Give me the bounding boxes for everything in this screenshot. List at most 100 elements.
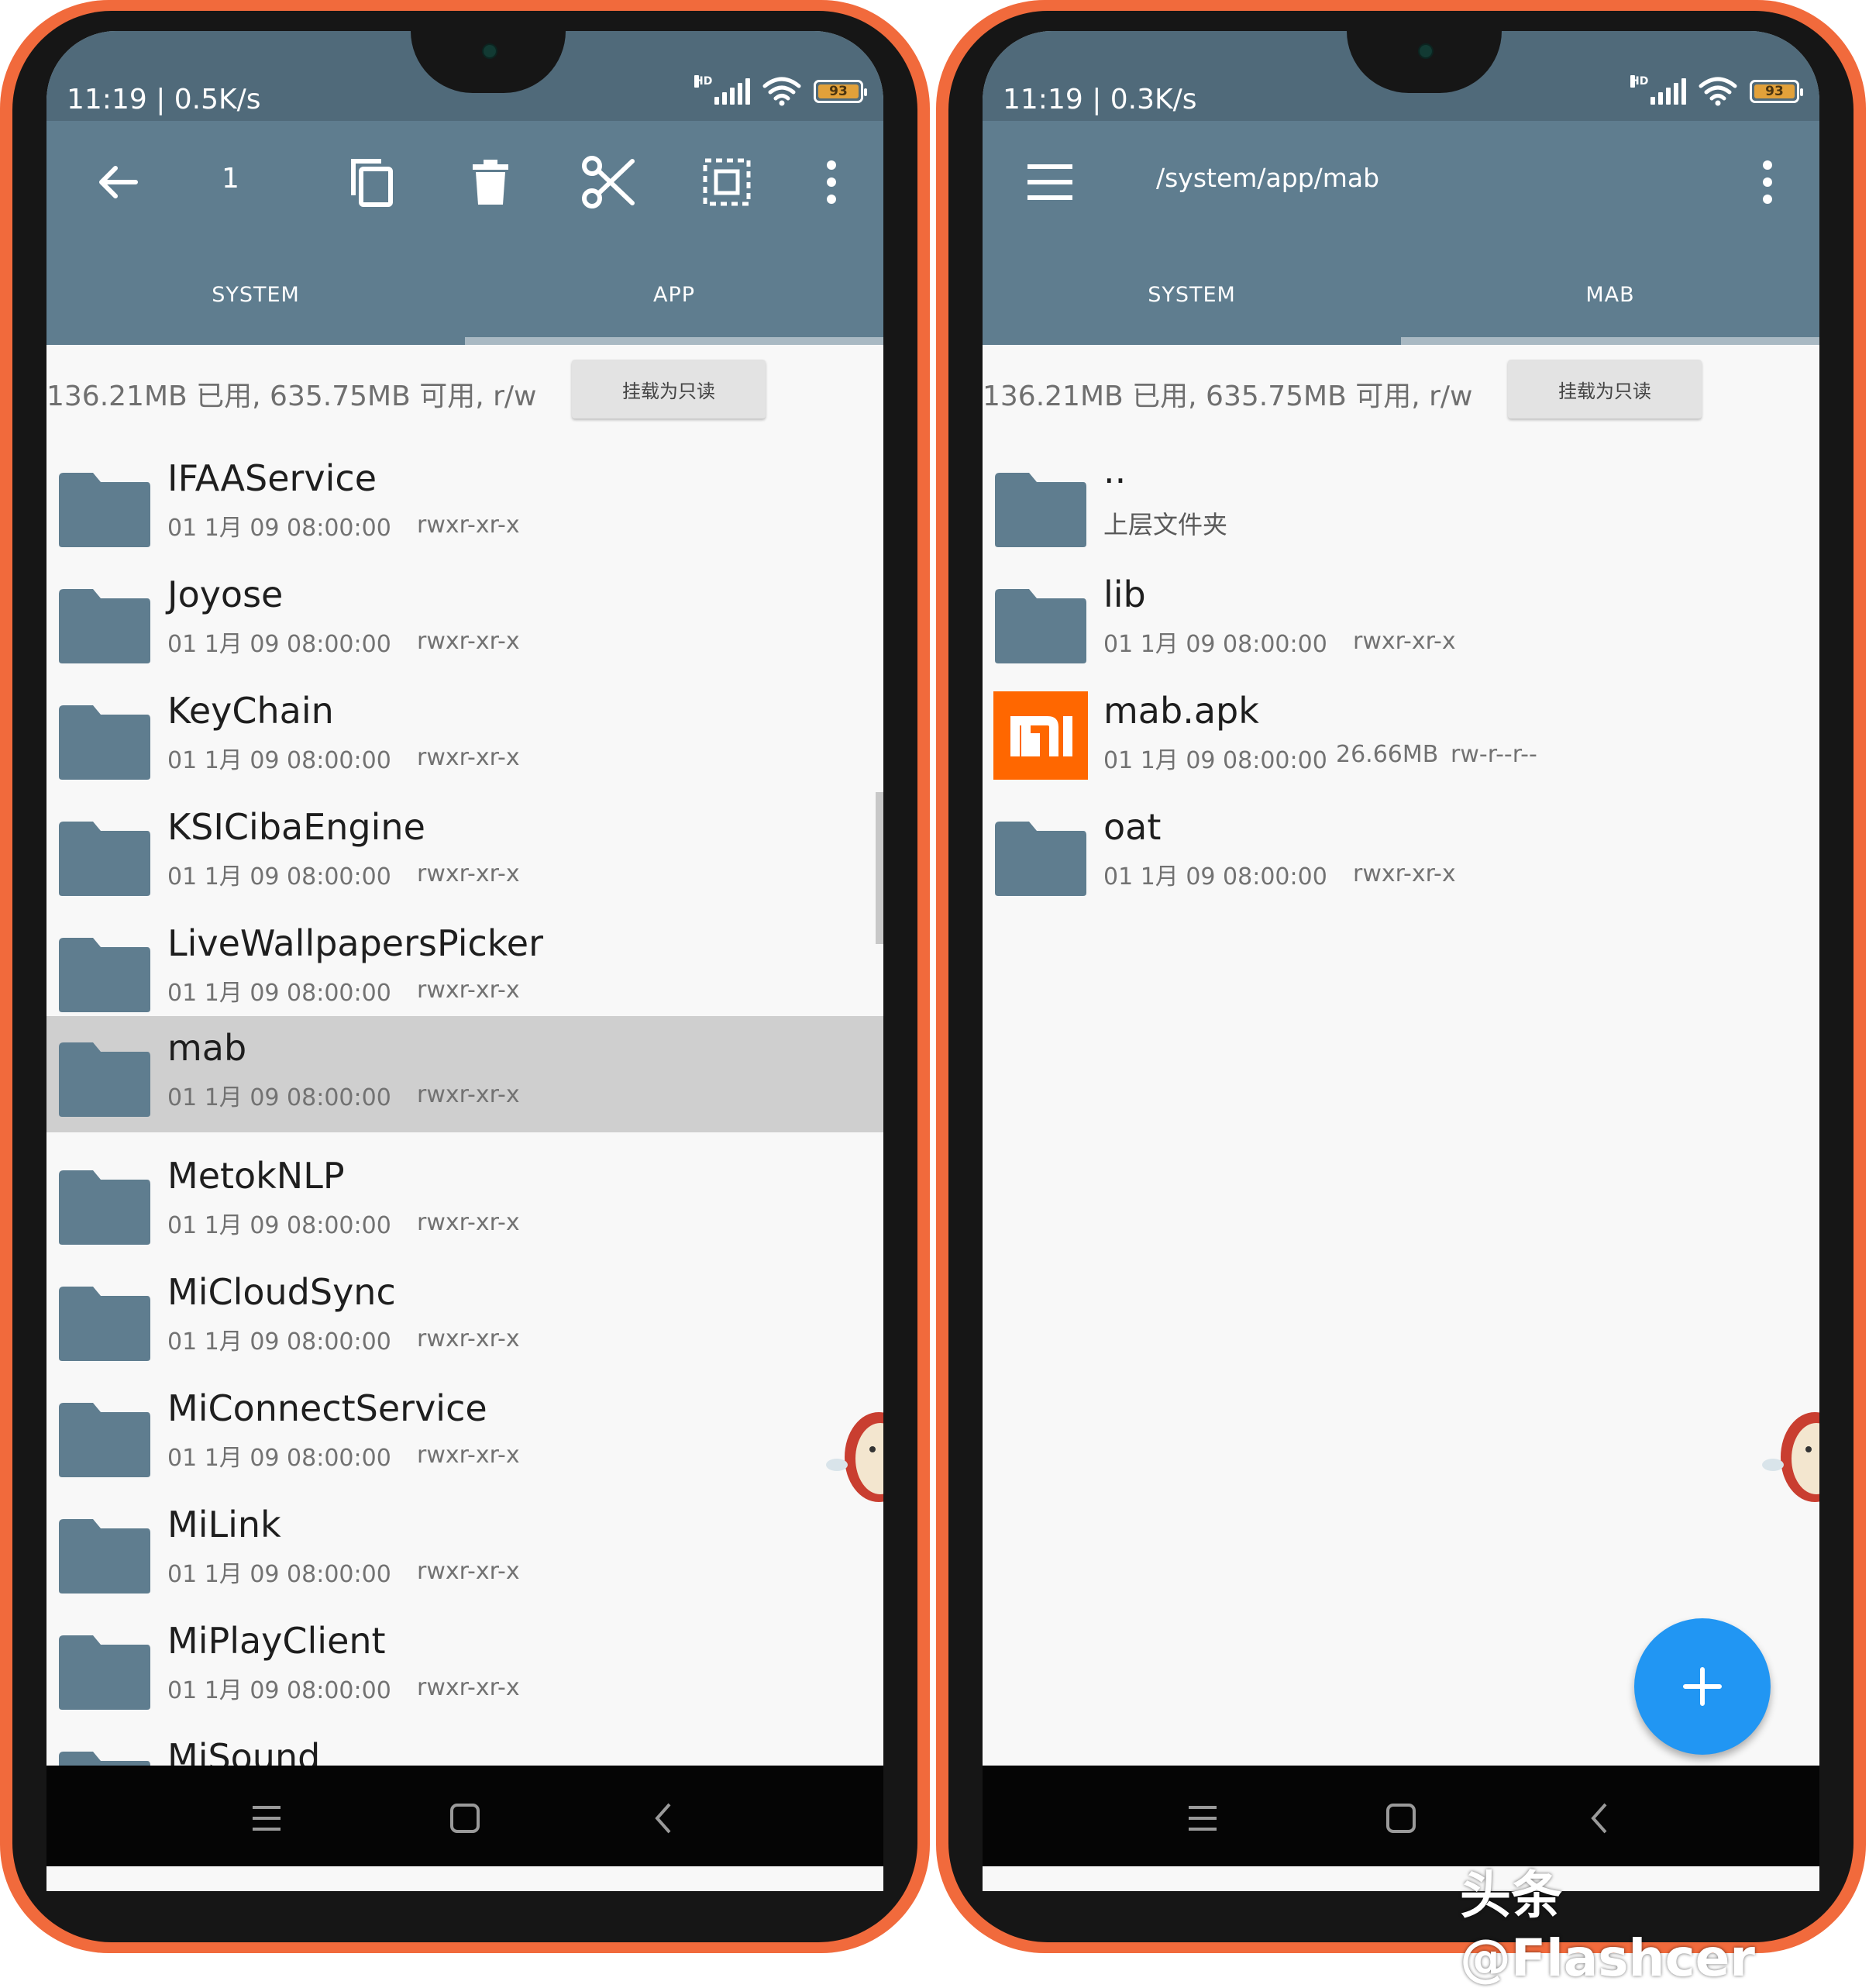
back-arrow-icon[interactable] <box>90 155 144 209</box>
left-status-icons: HD 93 <box>694 75 867 107</box>
delete-icon[interactable] <box>463 155 518 209</box>
folder-icon <box>59 1403 150 1477</box>
tab-app[interactable]: APP <box>465 283 883 307</box>
file-date: 01 1月 09 08:00:00 <box>1103 631 1327 658</box>
hd-badge: HD <box>694 75 713 88</box>
file-date: 01 1月 09 08:00:00 <box>167 1212 391 1239</box>
folder-icon <box>59 473 150 547</box>
storage-info: 136.21MB 已用, 635.75MB 可用, r/w <box>983 381 1473 412</box>
file-name: MiConnectService <box>167 1387 487 1429</box>
list-item[interactable]: MetokNLP 01 1月 09 08:00:00 rwxr-xr-x <box>46 1144 883 1260</box>
file-name: IFAAService <box>167 457 377 499</box>
file-date: 01 1月 09 08:00:00 <box>167 1445 391 1472</box>
file-permissions: rwxr-xr-x <box>417 1081 520 1108</box>
file-name: MiPlayClient <box>167 1620 386 1662</box>
file-date: 01 1月 09 08:00:00 <box>167 747 391 774</box>
right-status-icons: HD 93 <box>1630 75 1803 107</box>
back-nav-icon[interactable] <box>1579 1798 1619 1838</box>
right-status-time: 11:19 | 0.3K/s <box>1003 84 1197 115</box>
home-nav-icon[interactable] <box>1381 1798 1421 1838</box>
mount-readonly-button[interactable]: 挂载为只读 <box>1508 360 1702 419</box>
parent-folder-label: 上层文件夹 <box>1103 510 1228 539</box>
list-item[interactable]: MiLink 01 1月 09 08:00:00 rwxr-xr-x <box>46 1493 883 1609</box>
status-clock: 11:19 <box>67 84 147 115</box>
file-date: 01 1月 09 08:00:00 <box>167 515 391 542</box>
list-item[interactable]: oat 01 1月 09 08:00:00 rwxr-xr-x <box>983 795 1819 911</box>
list-scrollbar[interactable] <box>876 792 883 944</box>
file-permissions: rwxr-xr-x <box>417 1209 520 1236</box>
menu-nav-icon[interactable] <box>246 1798 287 1838</box>
folder-icon <box>995 473 1086 547</box>
copy-icon[interactable] <box>345 155 399 209</box>
tab-system[interactable]: SYSTEM <box>46 283 465 307</box>
active-tab-indicator <box>465 337 883 345</box>
floating-assistant-icon[interactable] <box>824 1403 883 1511</box>
tab-mab[interactable]: MAB <box>1401 283 1819 307</box>
file-date: 01 1月 09 08:00:00 <box>167 1084 391 1111</box>
file-permissions: rwxr-xr-x <box>417 1325 520 1352</box>
file-permissions: rwxr-xr-x <box>417 1674 520 1701</box>
list-item[interactable]: lib 01 1月 09 08:00:00 rwxr-xr-x <box>983 563 1819 679</box>
battery-level: 93 <box>829 84 848 99</box>
file-permissions: rwxr-xr-x <box>417 512 520 539</box>
more-vert-icon[interactable] <box>1740 155 1795 209</box>
list-item[interactable]: MiPlayClient 01 1月 09 08:00:00 rwxr-xr-x <box>46 1609 883 1725</box>
file-date: 01 1月 09 08:00:00 <box>167 863 391 891</box>
folder-icon <box>59 1635 150 1710</box>
tab-system[interactable]: SYSTEM <box>983 283 1401 307</box>
file-name: LiveWallpapersPicker <box>167 922 543 964</box>
list-item-selected[interactable]: mab 01 1月 09 08:00:00 rwxr-xr-x <box>46 1016 883 1132</box>
folder-icon <box>59 705 150 780</box>
list-item[interactable]: KeyChain 01 1月 09 08:00:00 rwxr-xr-x <box>46 679 883 795</box>
folder-icon <box>995 822 1086 896</box>
file-permissions: rwxr-xr-x <box>417 977 520 1004</box>
file-name: oat <box>1103 806 1162 848</box>
storage-info: 136.21MB 已用, 635.75MB 可用, r/w <box>46 381 537 412</box>
menu-nav-icon[interactable] <box>1182 1798 1223 1838</box>
folder-icon <box>59 589 150 663</box>
watermark: 头条 @Flashcer <box>1460 1866 1755 1988</box>
back-nav-icon[interactable] <box>643 1798 683 1838</box>
status-separator: | <box>156 84 174 115</box>
folder-icon <box>59 1519 150 1594</box>
file-permissions: rwxr-xr-x <box>417 744 520 771</box>
more-vert-icon[interactable] <box>804 155 859 209</box>
file-name: MetokNLP <box>167 1155 345 1197</box>
list-item[interactable]: LiveWallpapersPicker 01 1月 09 08:00:00 r… <box>46 911 883 1028</box>
file-date: 01 1月 09 08:00:00 <box>167 1561 391 1588</box>
file-date: 01 1月 09 08:00:00 <box>167 1328 391 1356</box>
list-item[interactable]: MiCloudSync 01 1月 09 08:00:00 rwxr-xr-x <box>46 1260 883 1376</box>
list-item[interactable]: IFAAService 01 1月 09 08:00:00 rwxr-xr-x <box>46 446 883 563</box>
mount-readonly-button[interactable]: 挂载为只读 <box>572 360 766 419</box>
file-date: 01 1月 09 08:00:00 <box>167 980 391 1007</box>
cut-icon[interactable] <box>581 155 635 209</box>
menu-icon[interactable] <box>1023 155 1077 209</box>
list-item[interactable]: MiConnectService 01 1月 09 08:00:00 rwxr-… <box>46 1376 883 1493</box>
signal-icon: HD <box>1630 75 1686 105</box>
add-fab-button[interactable] <box>1634 1618 1771 1755</box>
wifi-icon <box>1699 77 1737 106</box>
list-item[interactable]: KSICibaEngine 01 1月 09 08:00:00 rwxr-xr-… <box>46 795 883 911</box>
status-separator: | <box>1092 84 1110 115</box>
list-item[interactable]: mab.apk 01 1月 09 08:00:00 26.66MB rw-r--… <box>983 679 1819 795</box>
list-item[interactable]: Joyose 01 1月 09 08:00:00 rwxr-xr-x <box>46 563 883 679</box>
parent-folder-item[interactable]: .. 上层文件夹 <box>983 446 1819 563</box>
file-name: Joyose <box>167 574 284 615</box>
file-permissions: rwxr-xr-x <box>417 860 520 887</box>
floating-assistant-icon[interactable] <box>1761 1403 1819 1511</box>
select-all-icon[interactable] <box>700 155 754 209</box>
battery-level: 93 <box>1765 84 1784 99</box>
file-name: KSICibaEngine <box>167 806 425 848</box>
home-nav-icon[interactable] <box>445 1798 485 1838</box>
left-screen: 11:19 | 0.5K/s HD 93 1 SYSTEM APP 136.21… <box>46 31 883 1891</box>
mi-apk-icon <box>993 691 1088 780</box>
file-date: 01 1月 09 08:00:00 <box>1103 747 1327 774</box>
folder-icon <box>59 1042 150 1117</box>
battery-icon: 93 <box>814 80 867 103</box>
folder-icon <box>59 1170 150 1245</box>
left-nav-bar <box>46 1766 883 1866</box>
current-path: /system/app/mab <box>1156 163 1380 193</box>
right-screen: 11:19 | 0.3K/s HD 93 /system/app/mab SYS… <box>983 31 1819 1891</box>
file-name: .. <box>1103 450 1127 491</box>
file-permissions: rwxr-xr-x <box>417 628 520 655</box>
